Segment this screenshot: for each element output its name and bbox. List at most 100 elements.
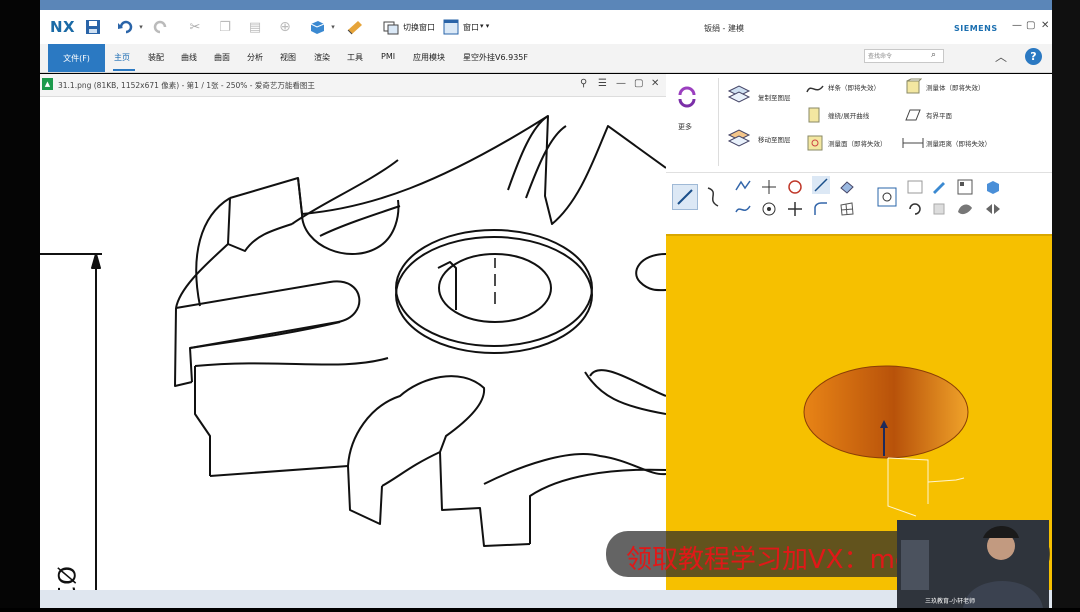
- studio-spline-icon[interactable]: [734, 200, 752, 218]
- shaded-cube-icon[interactable]: [984, 178, 1002, 196]
- redo-icon[interactable]: [150, 16, 172, 38]
- desktop-left-edge: [0, 0, 40, 608]
- line-icon[interactable]: [812, 176, 830, 194]
- viewer-maximize-icon[interactable]: ▢: [634, 78, 643, 89]
- profile-icon[interactable]: [734, 178, 752, 196]
- viewer-title: 31.1.png (81KB, 1152x671 像素) - 第1 / 1张 -…: [58, 81, 315, 90]
- tab-analysis[interactable]: 分析: [247, 52, 263, 63]
- desktop-background: [0, 0, 1080, 10]
- nx-title-bar: NX ▾ ✂ ❐ ▤ ⊕ ▾ 切换窗口 窗口 ▾ ▾ 钣绢 - 建模 SIEME…: [40, 10, 1052, 44]
- tab-render[interactable]: 渲染: [314, 52, 330, 63]
- measure-body-label[interactable]: 测量体（即将失效）: [926, 82, 985, 92]
- image-viewer-window: ▲ 31.1.png (81KB, 1152x671 像素) - 第1 / 1张…: [40, 74, 666, 608]
- file-menu-button[interactable]: 文件(F): [48, 44, 105, 72]
- close-icon[interactable]: ✕: [1041, 20, 1049, 31]
- copy-icon[interactable]: ❐: [214, 16, 236, 38]
- move-to-layer-icon[interactable]: [726, 126, 752, 152]
- undo-icon[interactable]: [114, 16, 136, 38]
- point-icon[interactable]: [760, 178, 778, 196]
- viewer-close-icon[interactable]: ✕: [651, 78, 659, 89]
- edit-object-display-icon[interactable]: [344, 16, 366, 38]
- spline-icon[interactable]: [806, 80, 824, 98]
- measure-distance-label[interactable]: 测量距离（即将失效）: [926, 138, 991, 148]
- render-style-icon[interactable]: [306, 16, 328, 38]
- ribbon-command-panel: 更多 复制至图层 移动至图层 样条（即将失效） 缠绕/展开曲线 测量面（即将失效…: [666, 74, 1052, 234]
- fillet-icon[interactable]: [812, 200, 830, 218]
- show-hide-icon[interactable]: [984, 200, 1002, 218]
- arc-icon[interactable]: [760, 200, 778, 218]
- window-dropdown-icon[interactable]: ▾ ▾: [480, 22, 489, 30]
- bounded-plane-icon[interactable]: [904, 106, 922, 124]
- wrap-curve-icon[interactable]: [806, 106, 824, 124]
- circle-icon[interactable]: [786, 178, 804, 196]
- tab-view[interactable]: 视图: [280, 52, 296, 63]
- grid-icon[interactable]: [838, 200, 856, 218]
- bounded-plane-label[interactable]: 有界平面: [926, 110, 952, 120]
- snap-icon[interactable]: ⊕: [274, 16, 296, 38]
- more-commands-icon[interactable]: [676, 86, 698, 108]
- view-fit-icon[interactable]: [876, 186, 898, 208]
- tab-plugin[interactable]: 星空外挂V6.935F: [463, 52, 528, 63]
- viewer-title-bar: ▲ 31.1.png (81KB, 1152x671 像素) - 第1 / 1张…: [40, 74, 666, 97]
- sketch-line-icon[interactable]: [672, 184, 698, 210]
- switch-window-label[interactable]: 切换窗口: [403, 22, 435, 33]
- wrap-curve-label[interactable]: 缠绕/展开曲线: [828, 110, 869, 120]
- siemens-logo: SIEMENS: [954, 24, 998, 33]
- nx-logo: NX: [50, 18, 76, 36]
- toolbar-divider: [666, 172, 1052, 173]
- copy-to-layer-label[interactable]: 复制至图层: [758, 92, 791, 102]
- viewer-app-icon: ▲: [42, 78, 53, 90]
- measure-body-icon[interactable]: [904, 78, 923, 96]
- render-mode-icon[interactable]: [956, 200, 974, 218]
- active-tab-indicator: [113, 69, 135, 71]
- move-to-layer-label[interactable]: 移动至图层: [758, 134, 791, 144]
- webcam-overlay: 三玖教育-小轩老师: [897, 520, 1049, 608]
- measure-face-icon[interactable]: [806, 134, 824, 152]
- view-orient-icon[interactable]: [930, 200, 948, 218]
- tab-assembly[interactable]: 装配: [148, 52, 164, 63]
- window-label[interactable]: 窗口: [463, 22, 479, 33]
- window-icon[interactable]: [440, 16, 462, 38]
- search-icon[interactable]: ⌕: [931, 50, 936, 60]
- group-divider: [718, 78, 719, 166]
- tab-tools[interactable]: 工具: [347, 52, 363, 63]
- measure-face-label[interactable]: 测量面（即将失效）: [828, 138, 887, 148]
- tab-surface[interactable]: 曲面: [214, 52, 230, 63]
- layout-icon[interactable]: [956, 178, 974, 196]
- measure-distance-icon[interactable]: [902, 134, 924, 152]
- plus-icon[interactable]: [786, 200, 804, 218]
- minimize-icon[interactable]: —: [1012, 20, 1022, 31]
- tab-pmi[interactable]: PMI: [381, 52, 395, 61]
- collapse-ribbon-icon[interactable]: ︿: [995, 48, 1011, 64]
- copy-to-layer-icon[interactable]: [726, 82, 752, 108]
- tab-curve[interactable]: 曲线: [181, 52, 197, 63]
- undo-dropdown-icon[interactable]: ▾: [136, 16, 146, 38]
- render-style-dropdown-icon[interactable]: ▾: [328, 16, 338, 38]
- tab-application[interactable]: 应用模块: [413, 52, 445, 63]
- webcam-caption: 三玖教育-小轩老师: [925, 598, 976, 605]
- pin-icon[interactable]: ⚲: [580, 78, 587, 89]
- eraser-icon[interactable]: [838, 178, 856, 196]
- viewer-minimize-icon[interactable]: —: [616, 78, 626, 89]
- pencil-icon[interactable]: [930, 178, 948, 196]
- switch-window-icon[interactable]: [380, 16, 402, 38]
- spline-label[interactable]: 样条（即将失效）: [828, 82, 880, 92]
- sketch-curve-icon[interactable]: [704, 186, 722, 207]
- maximize-icon[interactable]: ▢: [1026, 20, 1035, 31]
- help-icon[interactable]: ?: [1025, 48, 1042, 65]
- gear-drawing: Ø120: [40, 115, 666, 608]
- ribbon-tab-bar: 文件(F) 主页 装配 曲线 曲面 分析 视图 渲染 工具 PMI 应用模块 星…: [40, 44, 1052, 73]
- presenter-video: [897, 520, 1049, 608]
- save-icon[interactable]: [82, 16, 104, 38]
- cut-icon[interactable]: ✂: [184, 16, 206, 38]
- desktop-right-edge: [1052, 0, 1080, 608]
- menu-icon[interactable]: ☰: [598, 78, 607, 89]
- nx-window-title: 钣绢 - 建模: [704, 24, 744, 33]
- tab-home[interactable]: 主页: [114, 52, 130, 63]
- more-label[interactable]: 更多: [678, 122, 692, 132]
- disc-face[interactable]: [803, 365, 969, 459]
- rotate-icon[interactable]: [906, 200, 924, 218]
- view-image-icon[interactable]: [906, 178, 924, 196]
- wcs-triad: [887, 457, 965, 517]
- paste-icon[interactable]: ▤: [244, 16, 266, 38]
